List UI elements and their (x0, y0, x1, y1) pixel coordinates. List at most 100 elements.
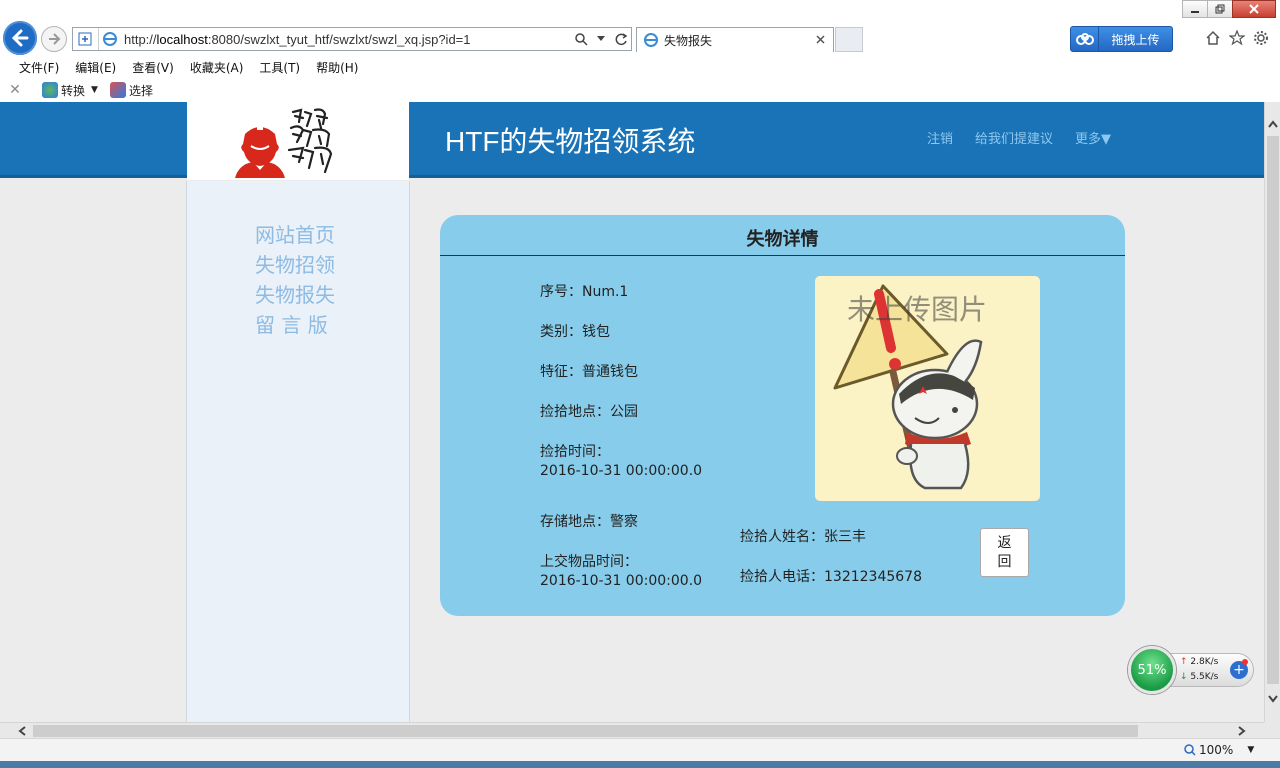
pickup-place: 捡拾地点：公园 (540, 404, 638, 420)
page-viewport: HTF的失物招领系统 注销 给我们提建议 更多▼ 网站首页 失物招领 失物报失 … (0, 102, 1264, 722)
storage-place: 存储地点：警察 (540, 514, 638, 530)
back-button[interactable] (3, 21, 37, 55)
vertical-scroll-thumb[interactable] (1267, 136, 1279, 684)
ie-tab-icon (644, 33, 658, 47)
zoom-level: 100% (1199, 743, 1234, 757)
sidebar-item-found[interactable]: 失物招领 (255, 249, 335, 278)
detail-heading: 失物详情 (746, 229, 819, 250)
site-title: HTF的失物招领系统 (445, 126, 696, 157)
site-logo[interactable] (187, 102, 409, 180)
close-icon (1249, 4, 1259, 14)
browser-navbar: http://localhost:8080/swzlxt_tyut_htf/sw… (0, 20, 1280, 56)
settings-gear-icon[interactable] (1252, 29, 1270, 47)
lei-feng-portrait-icon (235, 124, 285, 178)
url-prefix: http:// (124, 31, 157, 47)
forward-button[interactable] (41, 26, 67, 52)
minimize-button[interactable] (1182, 0, 1208, 18)
upload-speed: ↑ 2.8K/s (1180, 657, 1218, 667)
search-icon (574, 32, 588, 46)
home-icon[interactable] (1204, 29, 1222, 47)
more-menu-link[interactable]: 更多▼ (1075, 128, 1111, 147)
sidebar-item-guestbook[interactable]: 留 言 版 (255, 309, 328, 338)
convert-icon (42, 82, 58, 98)
search-button[interactable] (571, 28, 591, 50)
status-bar: 100% ▼ (0, 738, 1280, 761)
finder-name: 捡拾人姓名：张三丰 (740, 529, 866, 545)
cloud-icon (1071, 27, 1099, 51)
return-button[interactable]: 返 回 (980, 528, 1029, 577)
menu-edit[interactable]: 编辑(E) (67, 59, 124, 76)
pickup-time-label: 捡拾时间： (540, 444, 610, 460)
scroll-up-icon[interactable] (1265, 115, 1280, 132)
sidebar-item-home[interactable]: 网站首页 (255, 219, 335, 248)
window-titlebar (0, 0, 1280, 20)
chevron-down-icon[interactable]: ▼ (1247, 745, 1254, 755)
menu-file[interactable]: 文件(F) (11, 59, 67, 76)
scrollbar-corner (1264, 722, 1280, 738)
feedback-link[interactable]: 给我们提建议 (975, 128, 1053, 147)
menu-favorites[interactable]: 收藏夹(A) (182, 59, 252, 76)
baidu-upload-button[interactable]: 拖拽上传 (1070, 26, 1173, 52)
item-photo-placeholder: 未上传图片 (815, 276, 1040, 501)
browser-right-icons (1204, 29, 1270, 47)
restore-button[interactable] (1207, 0, 1233, 18)
lost-item-detail-card: 失物详情 序号：Num.1 类别：钱包 特征：普通钱包 捡拾地点：公园 捡拾时间… (440, 215, 1125, 616)
url-text[interactable]: http://localhost:8080/swzlxt_tyut_htf/sw… (120, 32, 571, 47)
pickup-time-block: 捡拾时间： 2016-10-31 00:00:00.0 (540, 443, 720, 481)
site-header: HTF的失物招领系统 注销 给我们提建议 更多▼ (0, 102, 1264, 180)
serial-number: 序号：Num.1 (540, 284, 629, 300)
tab-title: 失物报失 (664, 33, 713, 48)
finder-phone: 捡拾人电话：13212345678 (740, 569, 922, 585)
window-controls (1182, 0, 1276, 18)
convert-label: 转换 (61, 83, 86, 98)
vertical-scrollbar[interactable] (1264, 102, 1280, 722)
os-taskbar (0, 761, 1280, 768)
menu-bar: 文件(F) 编辑(E) 查看(V) 收藏夹(A) 工具(T) 帮助(H) (0, 56, 1280, 78)
convert-button[interactable]: 转换 ▼ (42, 82, 98, 99)
scroll-down-icon[interactable] (1265, 690, 1280, 707)
category: 类别：钱包 (540, 324, 610, 340)
zoom-icon (1184, 744, 1196, 756)
command-toolbar: ✕ 转换 ▼ 选择 (0, 78, 1280, 102)
horizontal-scroll-thumb[interactable] (33, 725, 1138, 737)
scroll-left-icon[interactable] (13, 723, 30, 739)
tab-close-button[interactable] (813, 33, 827, 48)
compat-icon (78, 32, 91, 46)
up-arrow-icon: ↑ (1180, 657, 1188, 667)
close-window-button[interactable] (1232, 0, 1276, 18)
menu-tools[interactable]: 工具(T) (251, 59, 308, 76)
zoom-control[interactable]: 100% ▼ (1184, 743, 1254, 757)
refresh-icon (615, 32, 627, 45)
address-bar[interactable]: http://localhost:8080/swzlxt_tyut_htf/sw… (72, 27, 632, 51)
network-monitor-widget[interactable]: 51% ↑ 2.8K/s ↓ 5.5K/s + (1128, 646, 1256, 694)
select-button[interactable]: 选择 (109, 82, 153, 99)
address-dropdown-button[interactable] (591, 28, 611, 50)
toolbar-close-button[interactable]: ✕ (0, 82, 30, 98)
url-host: localhost (156, 31, 208, 47)
pickup-time-value: 2016-10-31 00:00:00.0 (540, 463, 703, 479)
feature: 特征：普通钱包 (540, 364, 638, 380)
minimize-icon (1191, 11, 1199, 13)
forward-arrow-icon (49, 33, 61, 45)
favorites-star-icon[interactable] (1228, 29, 1246, 47)
url-path: :8080/swzlxt_tyut_htf/swzlxt/swzl_xq.jsp… (207, 31, 471, 47)
sidebar-item-lost[interactable]: 失物报失 (255, 279, 335, 308)
cpu-usage-ball[interactable]: 51% (1128, 646, 1176, 694)
tab-lost-report[interactable]: 失物报失 (636, 27, 834, 52)
heading-divider (440, 255, 1125, 256)
baidu-upload-label: 拖拽上传 (1111, 32, 1160, 47)
compatibility-view-button[interactable] (73, 28, 99, 50)
select-icon (109, 82, 126, 98)
chevron-down-icon[interactable]: ▼ (91, 85, 98, 95)
menu-help[interactable]: 帮助(H) (308, 59, 366, 76)
new-tab-button[interactable] (835, 27, 863, 52)
ie-page-icon (103, 32, 117, 46)
logout-link[interactable]: 注销 (927, 128, 953, 147)
refresh-button[interactable] (611, 28, 631, 50)
submit-time-label: 上交物品时间： (540, 554, 638, 570)
download-speed-value: 5.5K/s (1190, 672, 1219, 682)
scroll-right-icon[interactable] (1233, 723, 1250, 739)
calligraphy-icon (287, 108, 333, 174)
horizontal-scrollbar[interactable] (0, 722, 1264, 738)
menu-view[interactable]: 查看(V) (124, 59, 182, 76)
